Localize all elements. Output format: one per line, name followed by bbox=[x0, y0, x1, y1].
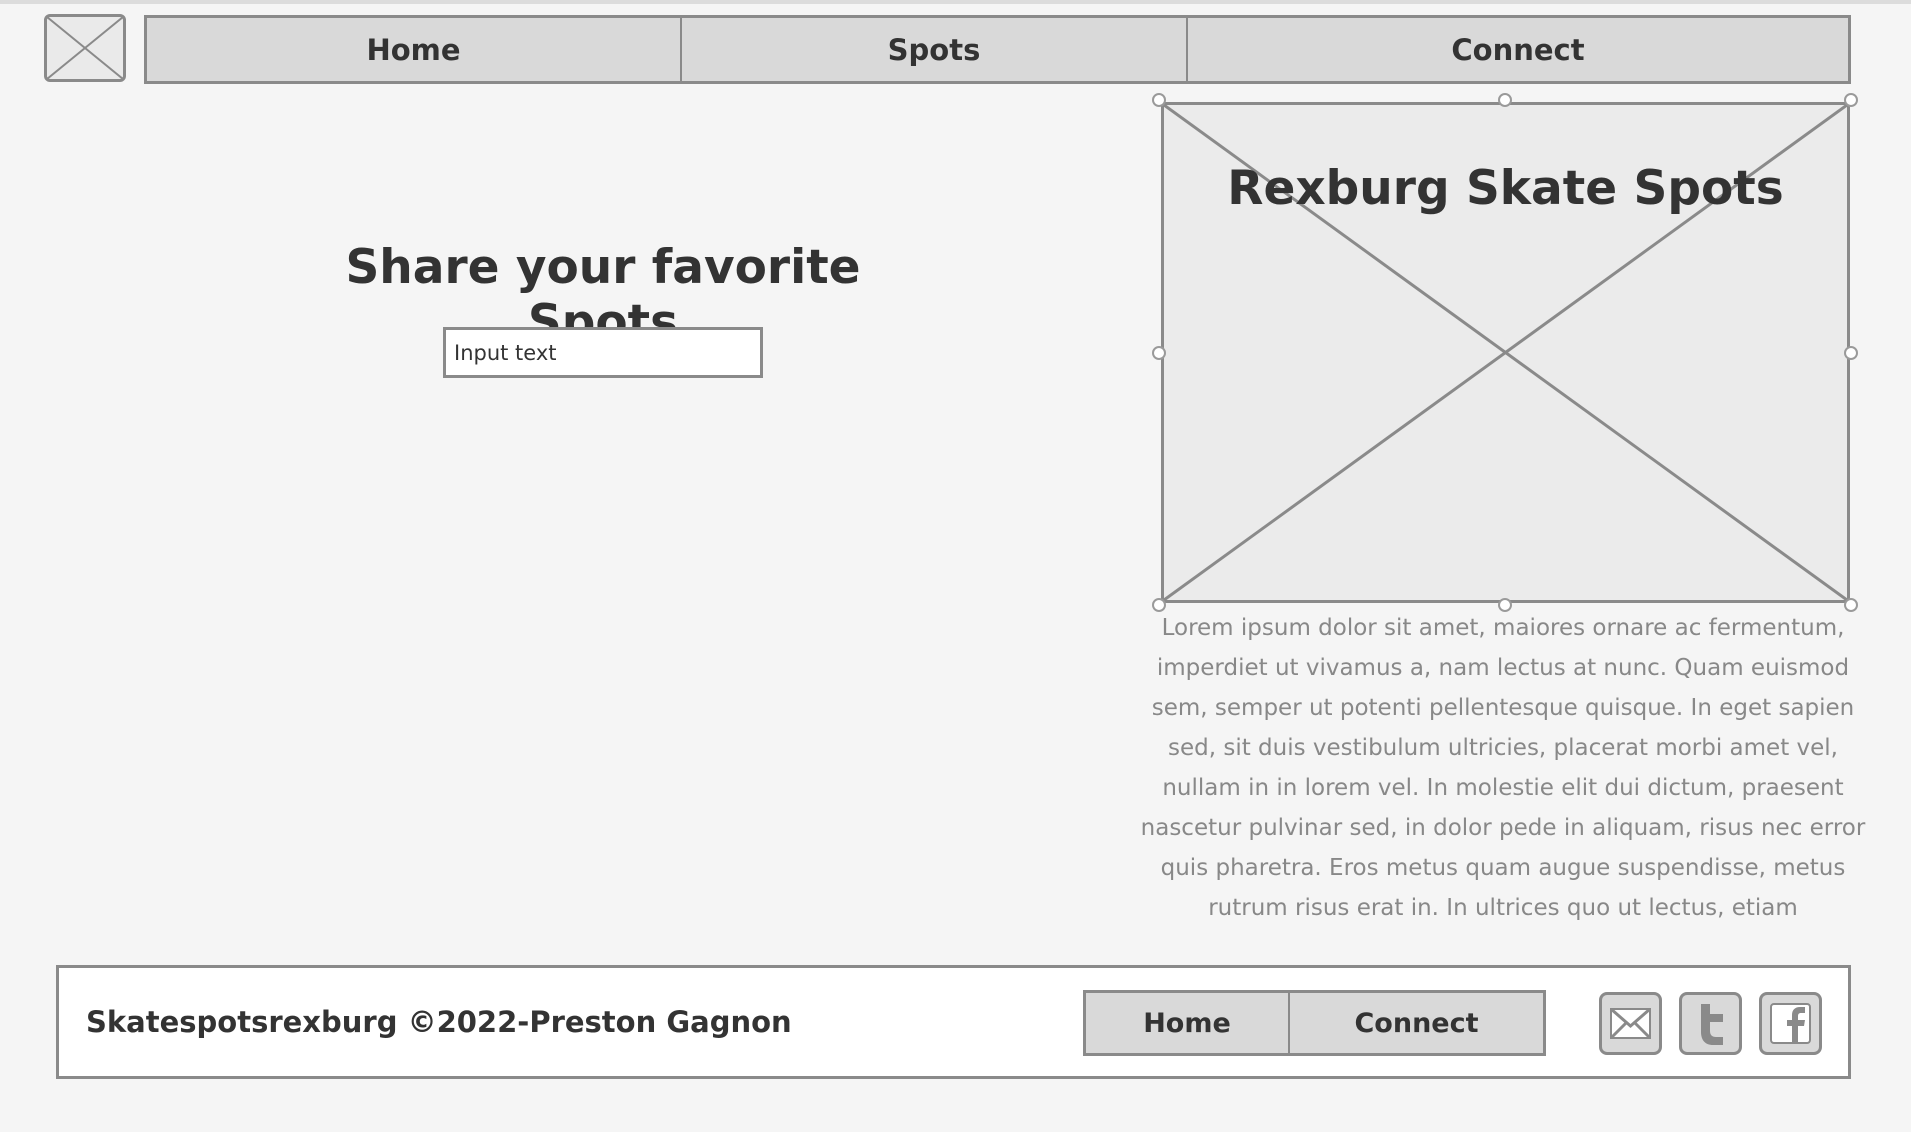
top-divider bbox=[0, 0, 1911, 4]
resize-handle-middle-left[interactable] bbox=[1152, 346, 1166, 360]
page-footer: Skatespotsrexburg ©2022-Preston Gagnon H… bbox=[56, 965, 1851, 1079]
nav-spots-link[interactable]: Spots bbox=[682, 18, 1188, 81]
nav-connect-link[interactable]: Connect bbox=[1188, 18, 1848, 81]
twitter-icon[interactable] bbox=[1679, 992, 1742, 1055]
feature-description: Lorem ipsum dolor sit amet, maiores orna… bbox=[1140, 615, 1866, 921]
footer-connect-link[interactable]: Connect bbox=[1290, 993, 1543, 1053]
facebook-icon[interactable] bbox=[1759, 992, 1822, 1055]
feature-image-placeholder: Rexburg Skate Spots bbox=[1161, 102, 1850, 603]
mail-icon[interactable] bbox=[1599, 992, 1662, 1055]
share-spot-input[interactable] bbox=[443, 327, 763, 378]
logo-placeholder-icon[interactable] bbox=[44, 14, 126, 82]
resize-handle-top-right[interactable] bbox=[1844, 93, 1858, 107]
feature-image-title: Rexburg Skate Spots bbox=[1227, 161, 1784, 216]
footer-home-link[interactable]: Home bbox=[1086, 993, 1290, 1053]
resize-handle-middle-right[interactable] bbox=[1844, 346, 1858, 360]
footer-copyright: Skatespotsrexburg ©2022-Preston Gagnon bbox=[86, 1005, 792, 1039]
resize-handle-top-center[interactable] bbox=[1498, 93, 1512, 107]
resize-handle-top-left[interactable] bbox=[1152, 93, 1166, 107]
top-navigation: Home Spots Connect bbox=[144, 15, 1851, 84]
nav-home-link[interactable]: Home bbox=[147, 18, 682, 81]
footer-navigation: Home Connect bbox=[1083, 990, 1546, 1056]
